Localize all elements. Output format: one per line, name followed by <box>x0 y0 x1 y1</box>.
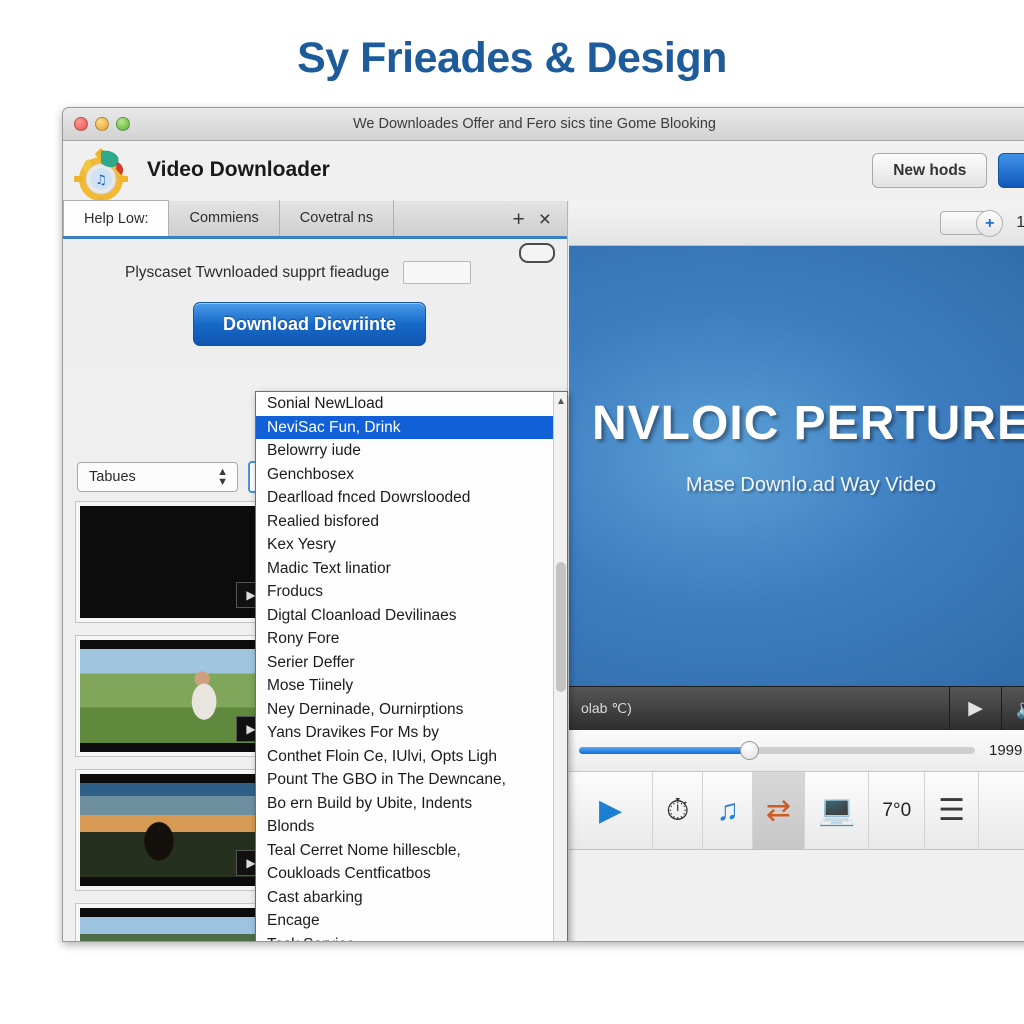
window-title-text: We Downloades Offer and Fero sics tine G… <box>353 116 716 132</box>
bottom-toolbar: ▶ ⏱ ♫ ⇄ 💻 7°0 ☰ <box>569 772 1024 850</box>
thumb-lake-forest <box>80 917 268 941</box>
dropdown-item[interactable]: Digtal Cloanload Devilinaes <box>256 604 553 628</box>
dropdown-item[interactable]: Madic Text linatior <box>256 557 553 581</box>
dropdown-item[interactable]: Genchbosex <box>256 463 553 487</box>
temperature-label: 7°0 <box>882 799 912 821</box>
convert-button[interactable]: Convert <box>998 153 1024 188</box>
form-label: Plyscaset Twvnloaded supprt fieaduge <box>125 263 390 281</box>
progress-slider[interactable] <box>579 741 975 760</box>
play-icon: ▶ <box>598 793 623 827</box>
download-button[interactable]: Download Dicvriinte <box>193 302 426 346</box>
svg-text:♫: ♫ <box>95 173 107 188</box>
menu-button[interactable]: ☰ <box>925 772 980 849</box>
close-tab-icon[interactable]: × <box>539 209 551 230</box>
dropdown-items: Sonial NewLload NeviSac Fun, Drink Belowrr… <box>256 392 553 942</box>
header-buttons: New hods Convert <box>872 153 1024 188</box>
scroll-up-icon[interactable]: ▲ <box>554 394 567 409</box>
tab-strip: Help Low: Commiens Covetral ns + × <box>63 200 567 239</box>
app-window: We Downloades Offer and Fero sics tine G… <box>62 107 1024 942</box>
form-area: Plyscaset Twvnloaded supprt fieaduge Dow… <box>63 239 567 364</box>
clock-battery-button[interactable]: ⏱ <box>653 772 704 849</box>
temperature-readout: 7°0 <box>869 772 926 849</box>
dropdown-item[interactable]: Kex Yesry <box>256 533 553 557</box>
player-bar: olab ℃) ▶ 🔈 <box>569 686 1024 730</box>
right-panel-filler <box>569 850 1024 941</box>
player-time-label: olab ℃) <box>581 700 632 716</box>
player-buttons: ▶ 🔈 <box>949 687 1024 730</box>
dropdown-item[interactable]: Teal Cerret Nome hillescble, <box>256 839 553 863</box>
dropdown-item[interactable]: Rony Fore <box>256 627 553 651</box>
list-item[interactable]: ▶ <box>75 769 273 891</box>
transfer-button[interactable]: ⇄ <box>752 772 806 849</box>
page-title: Sy Frieades & Design <box>297 34 727 82</box>
play-button[interactable]: ▶ <box>569 772 653 849</box>
callout-icon <box>519 243 555 263</box>
right-top-bar: + 176 <box>569 201 1024 246</box>
progress-label: 1999 1… <box>989 742 1024 759</box>
music-button[interactable]: ♫ <box>703 772 753 849</box>
tabues-stepper[interactable]: Tabues ▲ ▼ <box>77 462 238 492</box>
dropdown-item[interactable]: Conthet Floin Ce, IUlvi, Opts Ligh <box>256 745 553 769</box>
dropdown-item[interactable]: Serier Deffer <box>256 651 553 675</box>
progress-fill <box>579 747 750 754</box>
dropdown-item[interactable]: Blonds <box>256 815 553 839</box>
app-header: ♫ Video Downloader New hods Convert <box>63 141 1024 209</box>
list-item[interactable]: ▶ <box>75 903 273 941</box>
volume-icon[interactable]: 🔈 <box>1001 687 1024 730</box>
window-titlebar: We Downloades Offer and Fero sics tine G… <box>63 108 1024 141</box>
fague-dropdown-popup[interactable]: Sonial NewLload NeviSac Fun, Drink Belowrr… <box>255 391 568 942</box>
add-item-button[interactable]: + <box>940 210 1004 237</box>
clock-battery-icon: ⏱ <box>666 793 690 827</box>
dropdown-item[interactable]: Ney Derninade, Ournirptions <box>256 698 553 722</box>
list-item[interactable]: ▶ <box>75 635 273 757</box>
dropdown-scrollbar-thumb[interactable] <box>556 562 566 692</box>
url-input[interactable] <box>403 261 472 284</box>
tab-actions: + × <box>496 209 567 236</box>
item-counter: 176 <box>1004 214 1024 232</box>
video-subtitle: Mase Downlo.ad Way Video <box>685 474 937 496</box>
dropdown-item[interactable]: Cast abarking <box>256 886 553 910</box>
stepper-arrows-icon[interactable]: ▲ ▼ <box>217 467 228 488</box>
app-title: Video Downloader <box>147 158 330 181</box>
dropdown-item[interactable]: NeviSac Fun, Drink <box>256 415 553 439</box>
stepper-value: Tabues <box>89 469 136 485</box>
dropdown-item[interactable]: Dearlload fnced Dowrslooded <box>256 486 553 510</box>
dropdown-item[interactable]: Pount The GBO in The Dewncane, <box>256 768 553 792</box>
progress-knob[interactable] <box>740 741 760 760</box>
tab-covetral-ns[interactable]: Covetral ns <box>280 200 395 236</box>
dropdown-item[interactable]: Realied bisfored <box>256 510 553 534</box>
dropdown-item[interactable]: Yans Dravikes For Ms by <box>256 721 553 745</box>
video-preview[interactable]: NVLOIC PERTURE Mase Downlo.ad Way Video <box>569 246 1024 686</box>
dropdown-scrollbar[interactable]: ▲ ▼ <box>553 392 567 941</box>
menu-icon: ☰ <box>938 793 966 827</box>
new-hods-button[interactable]: New hods <box>872 153 988 188</box>
progress-row: 1999 1… <box>569 730 1024 772</box>
dropdown-item[interactable]: Encage <box>256 909 553 933</box>
laptop-icon: 💻 <box>818 793 856 827</box>
dropdown-item[interactable]: Bo ern Build by Ubite, Indents <box>256 792 553 816</box>
dropdown-item[interactable]: Mose Tiinely <box>256 674 553 698</box>
list-item[interactable]: ▶ <box>75 501 273 623</box>
dropdown-item[interactable]: Belowrry iude <box>256 439 553 463</box>
dropdown-item[interactable]: Froducs <box>256 580 553 604</box>
url-form-row: Plyscaset Twvnloaded supprt fieaduge <box>125 261 472 284</box>
dropdown-item[interactable]: Sonial NewLload <box>256 392 553 416</box>
play-icon[interactable]: ▶ <box>949 687 1001 730</box>
tab-commiens[interactable]: Commiens <box>169 200 280 236</box>
plus-icon[interactable]: + <box>976 210 1004 237</box>
dropdown-item[interactable]: Task Service <box>256 933 553 942</box>
tab-help-low[interactable]: Help Low: <box>63 200 170 236</box>
transfer-screen-icon: ⇄ <box>765 793 792 827</box>
laptop-button[interactable]: 💻 <box>805 772 870 849</box>
add-tab-icon[interactable]: + <box>512 209 524 230</box>
video-headline: NVLOIC PERTURE <box>591 397 1024 450</box>
right-panel: + 176 NVLOIC PERTURE Mase Downlo.ad Way … <box>569 201 1024 941</box>
music-note-icon: ♫ <box>716 793 739 827</box>
dropdown-item[interactable]: Coukloads Centficatbos <box>256 862 553 886</box>
